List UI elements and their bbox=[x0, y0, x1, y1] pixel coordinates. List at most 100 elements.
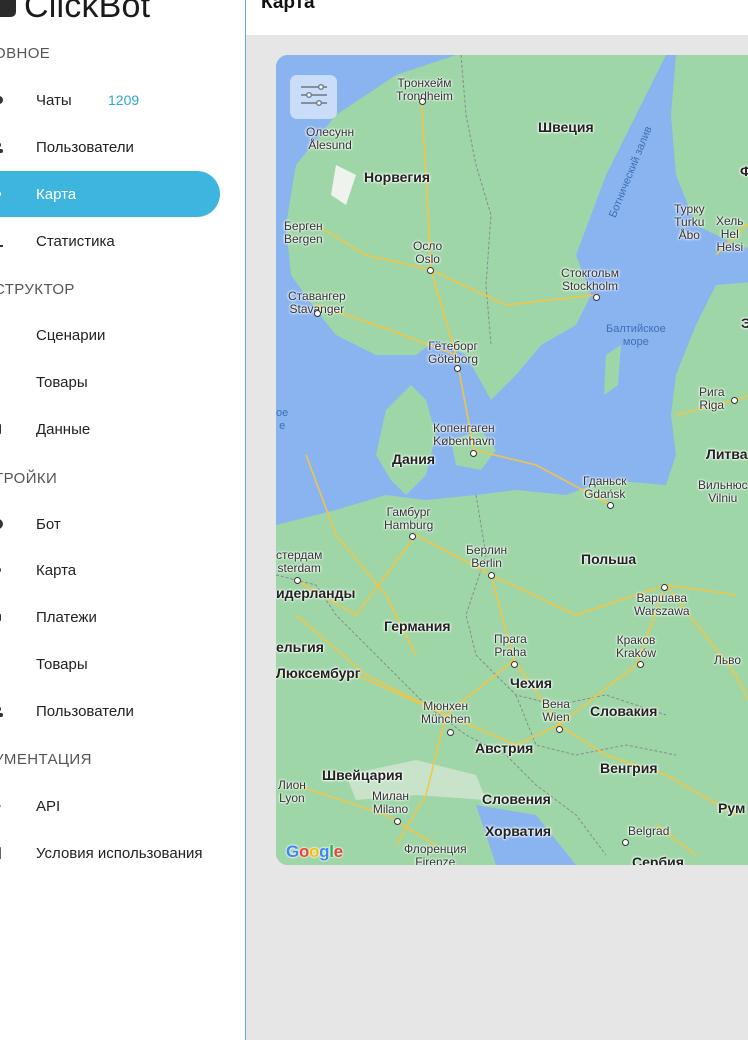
country-label: Дания bbox=[392, 451, 435, 467]
logo[interactable]: ClickBot bbox=[0, 0, 150, 26]
sidebar-item-label: Бот bbox=[36, 515, 61, 533]
sidebar-item-scenarios[interactable]: Сценарии bbox=[0, 312, 220, 358]
city-marker bbox=[661, 584, 668, 591]
sidebar-item-payments[interactable]: Платежи bbox=[0, 594, 220, 640]
sidebar-item-data[interactable]: Данные bbox=[0, 406, 220, 452]
place-label: Берлин Berlin bbox=[466, 543, 508, 570]
country-label: Сербия bbox=[632, 854, 684, 865]
sidebar-item-map-settings[interactable]: Карта bbox=[0, 547, 220, 593]
sidebar-item-users-settings[interactable]: Пользователи bbox=[0, 688, 220, 734]
google-attribution-logo[interactable]: Google bbox=[286, 842, 343, 862]
sidebar-item-chats[interactable]: Чаты 1209 bbox=[0, 77, 220, 123]
country-label: Германия bbox=[384, 618, 451, 634]
main-header: Карта bbox=[246, 0, 748, 35]
section-title-docs: УМЕНТАЦИЯ bbox=[0, 751, 92, 768]
place-label: Осло Oslo bbox=[413, 239, 443, 266]
sidebar-item-terms[interactable]: Условия использования bbox=[0, 830, 220, 876]
place-label: Вена Wien bbox=[542, 697, 570, 724]
sidebar-item-label: Условия использования bbox=[36, 844, 203, 862]
sidebar-item-label: Платежи bbox=[36, 608, 97, 626]
place-label: Гамбург Hamburg bbox=[384, 505, 434, 532]
place-label: Милан Milano bbox=[372, 789, 410, 816]
sidebar-item-label: Пользователи bbox=[36, 702, 134, 720]
place-label: Турку Turku Åbo bbox=[674, 202, 705, 242]
country-label: Швеция bbox=[538, 119, 594, 135]
map-pin-icon bbox=[0, 188, 5, 200]
sidebar-item-label: Данные bbox=[36, 420, 91, 438]
country-label: Ф bbox=[740, 163, 748, 179]
document-icon bbox=[0, 847, 5, 859]
city-marker bbox=[470, 450, 477, 457]
country-label: Э bbox=[741, 315, 748, 331]
city-marker bbox=[454, 365, 461, 372]
section-title-main: ОВНОЕ bbox=[0, 45, 51, 62]
country-label: ельгия bbox=[276, 639, 324, 655]
city-marker bbox=[556, 726, 563, 733]
country-label: Хорватия bbox=[485, 823, 552, 839]
chat-icon bbox=[0, 94, 5, 106]
logo-icon bbox=[0, 0, 16, 17]
sidebar-item-label: Карта bbox=[36, 185, 77, 203]
city-marker bbox=[593, 294, 600, 301]
country-label: идерланды bbox=[276, 585, 356, 601]
place-label: Belgrad bbox=[628, 824, 670, 838]
country-label: Швейцария bbox=[322, 767, 403, 783]
water-label: ое е bbox=[276, 407, 289, 432]
city-marker bbox=[394, 818, 401, 825]
country-label: Австрия bbox=[475, 740, 534, 756]
city-marker bbox=[427, 267, 434, 274]
user-icon bbox=[0, 141, 5, 153]
logo-text: ClickBot bbox=[24, 0, 151, 25]
sidebar-item-label: Чаты bbox=[36, 91, 72, 109]
place-label: Вильнюс Vilniu bbox=[698, 478, 748, 505]
place-label: Прага Praha bbox=[494, 632, 527, 659]
sidebar-item-label: Пользователи bbox=[36, 138, 134, 156]
sidebar-item-label: Сценарии bbox=[36, 326, 106, 344]
payment-icon bbox=[0, 611, 5, 623]
sidebar-item-label: Товары bbox=[36, 373, 88, 391]
sidebar-item-users[interactable]: Пользователи bbox=[0, 124, 220, 170]
page-title: Карта bbox=[261, 0, 315, 13]
place-label: Берген Bergen bbox=[284, 219, 323, 246]
sidebar-item-label: API bbox=[36, 797, 61, 815]
city-marker bbox=[622, 839, 629, 846]
country-label: Норвегия bbox=[364, 169, 431, 185]
sliders-icon bbox=[299, 82, 329, 113]
place-label: Стокгольм Stockholm bbox=[561, 266, 619, 293]
place-label: Олесунн Ålesund bbox=[306, 125, 355, 152]
place-label: Лион Lyon bbox=[278, 778, 306, 805]
sidebar-item-map[interactable]: Карта bbox=[0, 171, 220, 217]
country-label: Литва bbox=[706, 446, 748, 462]
sidebar-item-bot[interactable]: Бот bbox=[0, 501, 220, 547]
sidebar: ClickBot ОВНОЕ Чаты 1209 Пользователи Ка… bbox=[0, 0, 246, 1040]
map-view[interactable]: Тронхейм Trondheim Швеция Ботнический зал… bbox=[276, 55, 748, 865]
place-label: Гданьск Gdańsk bbox=[583, 474, 627, 501]
map-layers-button[interactable] bbox=[290, 75, 337, 119]
sidebar-item-api[interactable]: API bbox=[0, 783, 220, 829]
sidebar-item-products[interactable]: Товары bbox=[0, 359, 220, 405]
country-label: Словакия bbox=[590, 703, 658, 719]
place-label: Гётеборг Göteborg bbox=[428, 339, 479, 366]
city-marker bbox=[488, 572, 495, 579]
user-icon bbox=[0, 705, 5, 717]
database-icon bbox=[0, 423, 5, 435]
city-marker bbox=[314, 310, 321, 317]
sidebar-item-label: Статистика bbox=[36, 232, 115, 250]
country-label: Рум bbox=[718, 800, 746, 816]
sidebar-item-label: Товары bbox=[36, 655, 88, 673]
place-label: Мюнхен München bbox=[421, 699, 471, 726]
chat-count-badge: 1209 bbox=[108, 92, 140, 108]
country-label: Венгрия bbox=[600, 760, 658, 776]
scenario-icon bbox=[0, 329, 5, 341]
water-label: Балтийское море bbox=[606, 323, 666, 348]
place-label: Краков Kraków bbox=[616, 633, 657, 660]
sidebar-item-label: Карта bbox=[36, 561, 77, 579]
sidebar-item-products-settings[interactable]: Товары bbox=[0, 641, 220, 687]
map-pin-icon bbox=[0, 564, 5, 576]
city-marker bbox=[419, 98, 426, 105]
sidebar-item-statistics[interactable]: Статистика bbox=[0, 218, 220, 264]
products-icon bbox=[0, 658, 5, 670]
place-label: стердам sterdam bbox=[276, 548, 323, 575]
city-marker bbox=[637, 661, 644, 668]
city-marker bbox=[511, 661, 518, 668]
